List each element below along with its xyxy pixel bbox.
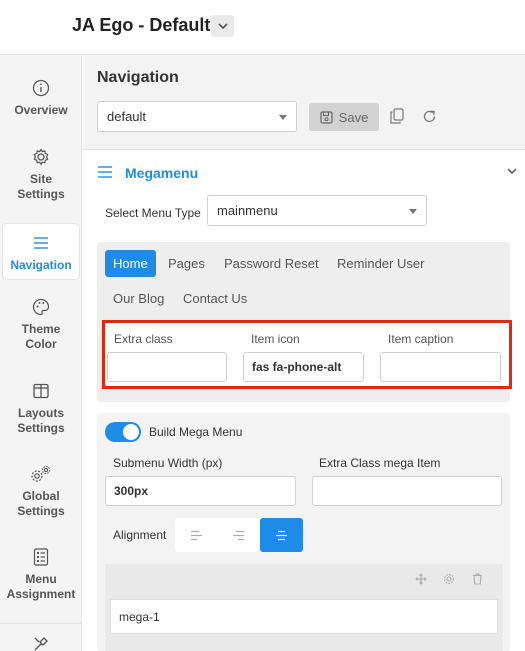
page-title: Navigation <box>97 69 179 86</box>
sidebar-item-label: Theme Color <box>21 322 61 351</box>
save-button[interactable]: Save <box>309 103 379 131</box>
alignment-label: Alignment <box>113 528 167 542</box>
sidebar-item-site-settings[interactable]: Site Settings <box>2 146 80 206</box>
sidebar-item-label: Global Settings <box>17 489 65 518</box>
menu-type-value: mainmenu <box>217 203 278 218</box>
gears-icon <box>30 463 52 485</box>
save-label: Save <box>338 109 369 125</box>
gear-icon <box>32 146 50 168</box>
align-center-button[interactable] <box>260 518 303 552</box>
sidebar-item-overview[interactable]: Overview <box>2 77 80 127</box>
sidebar-item-menu-assignment[interactable]: Menu Assignment <box>2 546 80 606</box>
preset-select-value: default <box>107 109 147 124</box>
sidebar-item-label: Overview <box>14 103 68 117</box>
megamenu-panel: Megamenu Select Menu Type mainmenu Home … <box>83 149 525 651</box>
extra-class-mega-input[interactable] <box>312 476 502 506</box>
save-icon <box>320 110 333 124</box>
align-right-button[interactable] <box>217 518 260 552</box>
extra-class-label: Extra class <box>114 332 173 346</box>
tab-home[interactable]: Home <box>105 250 156 277</box>
layout-icon <box>32 380 50 402</box>
info-icon <box>32 77 50 99</box>
sidebar-item-navigation[interactable]: Navigation <box>2 223 80 280</box>
hamburger-icon <box>32 232 50 254</box>
sidebar-item-global-settings[interactable]: Global Settings <box>2 463 80 523</box>
sidebar-item-label: Menu Assignment <box>6 572 76 601</box>
build-mega-menu-label: Build Mega Menu <box>149 425 243 439</box>
delete-button[interactable] <box>470 572 484 586</box>
palette-icon <box>32 296 50 318</box>
submenu-width-label: Submenu Width (px) <box>113 456 223 470</box>
sidebar: Overview Site Settings Navigation Theme … <box>0 55 82 651</box>
sidebar-item-theme-color[interactable]: Theme Color <box>2 296 80 356</box>
align-left-button[interactable] <box>175 518 218 552</box>
megamenu-header[interactable]: Megamenu <box>97 162 517 184</box>
align-center-icon <box>276 530 287 540</box>
copy-icon <box>390 108 404 124</box>
toggle-knob <box>123 424 139 440</box>
caret-down-icon <box>409 208 417 214</box>
sidebar-item-layouts-settings[interactable]: Layouts Settings <box>2 380 80 440</box>
select-menu-type-label: Select Menu Type <box>105 206 201 220</box>
move-button[interactable] <box>414 572 428 586</box>
megamenu-title: Megamenu <box>125 165 199 181</box>
refresh-icon <box>423 110 435 122</box>
settings-button[interactable] <box>442 572 456 586</box>
sidebar-item-label: Layouts Settings <box>17 406 65 435</box>
mega-menu-builder: Build Mega Menu Submenu Width (px) 300px… <box>97 413 510 651</box>
extra-class-mega-label: Extra Class mega Item <box>319 456 441 470</box>
item-settings-box: Extra class Item icon fas fa-phone-alt I… <box>102 320 512 389</box>
align-right-icon <box>233 530 244 540</box>
tab-pages[interactable]: Pages <box>160 250 213 277</box>
item-icon-input[interactable]: fas fa-phone-alt <box>243 352 364 382</box>
tab-our-blog[interactable]: Our Blog <box>105 285 172 312</box>
align-left-icon <box>191 530 202 540</box>
template-dropdown-button[interactable] <box>211 15 234 37</box>
caret-down-icon <box>279 114 287 120</box>
tab-password-reset[interactable]: Password Reset <box>216 250 327 277</box>
move-icon <box>415 573 427 585</box>
gear-icon <box>443 573 455 585</box>
extra-class-input[interactable] <box>107 352 227 382</box>
app-header: JA Ego - Default <box>0 0 525 55</box>
item-icon-label: Item icon <box>251 332 300 346</box>
chevron-down-icon <box>217 23 228 29</box>
sidebar-divider <box>0 623 82 624</box>
copy-button[interactable] <box>388 107 406 125</box>
main-content: Navigation default Save Megamenu Select … <box>83 55 525 651</box>
tab-reminder-user[interactable]: Reminder User <box>329 250 432 277</box>
template-title: JA Ego - Default <box>72 15 211 35</box>
tab-contact-us[interactable]: Contact Us <box>175 285 255 312</box>
tools-icon <box>32 635 50 651</box>
chevron-down-icon <box>507 168 517 174</box>
list-icon <box>33 546 49 568</box>
submenu-width-input[interactable]: 300px <box>105 476 296 506</box>
mega-item-row[interactable]: mega-1 <box>110 599 498 634</box>
item-caption-input[interactable] <box>380 352 501 382</box>
reset-button[interactable] <box>420 107 438 125</box>
build-mega-menu-toggle[interactable] <box>105 422 141 442</box>
menu-type-select[interactable]: mainmenu <box>207 195 427 226</box>
trash-icon <box>472 573 482 585</box>
item-caption-label: Item caption <box>388 332 454 346</box>
alignment-group <box>175 518 303 552</box>
preset-select[interactable]: default <box>97 101 297 132</box>
sidebar-item-tools[interactable] <box>2 635 80 651</box>
sidebar-item-label: Site Settings <box>17 172 65 201</box>
hamburger-icon <box>98 166 112 178</box>
mega-menu-canvas: mega-1 <box>105 564 503 651</box>
sidebar-item-label: Navigation <box>10 258 72 272</box>
